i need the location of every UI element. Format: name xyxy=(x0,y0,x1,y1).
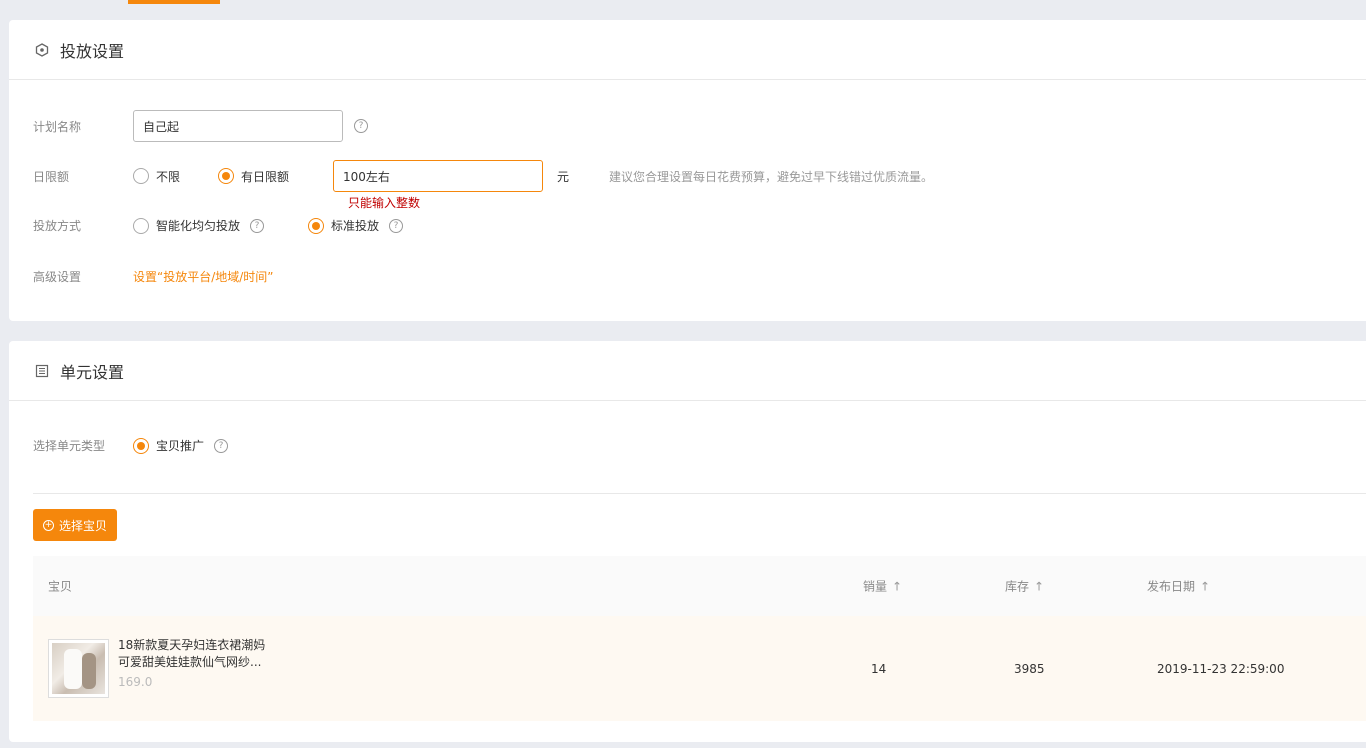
sort-arrow-icon: ↑ xyxy=(1200,579,1211,594)
product-stock: 3985 xyxy=(1014,661,1045,676)
help-icon[interactable]: ? xyxy=(250,218,265,233)
col-date-header[interactable]: 发布日期 ↑ xyxy=(1147,578,1210,595)
col-sales-label: 销量 xyxy=(863,579,888,594)
unit-settings-header: 单元设置 xyxy=(9,341,1366,401)
col-item-header: 宝贝 xyxy=(48,579,73,594)
plan-name-row: 计划名称 ? xyxy=(33,110,368,142)
help-icon[interactable]: ? xyxy=(354,119,368,133)
product-sales: 14 xyxy=(871,661,887,676)
section-divider xyxy=(33,493,1366,494)
radio-item-promotion[interactable] xyxy=(133,437,149,454)
plan-name-input[interactable] xyxy=(133,110,343,142)
active-tab-indicator xyxy=(128,0,220,4)
radio-smart-mode-label[interactable]: 智能化均匀投放 xyxy=(156,217,240,234)
item-table: 宝贝 销量 ↑ 库存 ↑ 发布日期 ↑ 18新款夏天孕妇连衣裙潮妈 可爱甜美娃娃款仙气… xyxy=(33,556,1366,721)
advanced-settings-link[interactable]: 设置“投放平台/地域/时间” xyxy=(133,268,274,285)
sort-arrow-icon: ↑ xyxy=(892,579,903,594)
col-sales-header[interactable]: 销量 ↑ xyxy=(863,578,902,595)
delivery-settings-title: 投放设置 xyxy=(60,41,125,61)
currency-unit: 元 xyxy=(557,169,570,184)
radio-standard-mode-label[interactable]: 标准投放 xyxy=(331,217,379,234)
daily-limit-input[interactable] xyxy=(333,160,543,192)
table-header: 宝贝 销量 ↑ 库存 ↑ 发布日期 ↑ xyxy=(33,556,1366,616)
col-date-label: 发布日期 xyxy=(1147,579,1196,594)
daily-limit-tip: 建议您合理设置每日花费预算，避免过早下线错过优质流量。 xyxy=(609,169,934,184)
radio-standard-mode[interactable] xyxy=(308,217,325,234)
radio-item-promotion-label[interactable]: 宝贝推广 xyxy=(156,437,204,454)
plus-circle-icon: + xyxy=(43,519,54,531)
radio-smart-mode[interactable] xyxy=(133,217,149,234)
product-date: 2019-11-23 22:59:00 xyxy=(1157,661,1285,676)
advanced-settings-label: 高级设置 xyxy=(33,270,82,284)
delivery-settings-card: 投放设置 计划名称 ? 日限额 不限 有日限额 元 建议您合理设置每日花费预算，… xyxy=(9,20,1366,321)
unit-type-row: 选择单元类型 宝贝推广 ? xyxy=(33,437,229,454)
list-icon xyxy=(35,364,49,377)
unit-settings-title: 单元设置 xyxy=(60,362,125,382)
delivery-mode-row: 投放方式 智能化均匀投放 ? 标准投放 ? xyxy=(33,217,404,234)
sort-arrow-icon: ↑ xyxy=(1034,579,1045,594)
delivery-settings-header: 投放设置 xyxy=(9,20,1366,80)
daily-limit-row: 日限额 不限 有日限额 元 建议您合理设置每日花费预算，避免过早下线错过优质流量… xyxy=(33,160,933,192)
table-row: 18新款夏天孕妇连衣裙潮妈 可爱甜美娃娃款仙气网纱... 169.0 14 39… xyxy=(33,616,1366,721)
plan-name-label: 计划名称 xyxy=(33,119,82,134)
col-stock-header[interactable]: 库存 ↑ xyxy=(1005,578,1044,595)
select-item-button-label: 选择宝贝 xyxy=(59,518,108,533)
radio-daily-limit-label[interactable]: 有日限额 xyxy=(241,168,333,185)
daily-limit-label: 日限额 xyxy=(33,169,70,184)
radio-unlimited-label[interactable]: 不限 xyxy=(156,168,218,185)
hexagon-icon xyxy=(35,42,49,57)
unit-type-label: 选择单元类型 xyxy=(33,439,106,453)
col-stock-label: 库存 xyxy=(1005,579,1030,594)
daily-limit-error: 只能输入整数 xyxy=(348,196,421,210)
product-title[interactable]: 18新款夏天孕妇连衣裙潮妈 可爱甜美娃娃款仙气网纱... xyxy=(118,637,288,671)
unit-settings-card: 单元设置 选择单元类型 宝贝推广 ? + 选择宝贝 宝贝 销量 ↑ 库存 ↑ 发布日… xyxy=(9,341,1366,742)
product-price: 169.0 xyxy=(118,675,153,689)
radio-unlimited[interactable] xyxy=(133,168,149,184)
product-thumbnail[interactable] xyxy=(48,639,109,698)
advanced-settings-row: 高级设置 设置“投放平台/地域/时间” xyxy=(33,268,274,285)
radio-daily-limit[interactable] xyxy=(218,168,234,184)
help-icon[interactable]: ? xyxy=(214,438,229,453)
delivery-mode-label: 投放方式 xyxy=(33,219,82,233)
help-icon[interactable]: ? xyxy=(389,218,404,233)
select-item-button[interactable]: + 选择宝贝 xyxy=(33,509,118,541)
